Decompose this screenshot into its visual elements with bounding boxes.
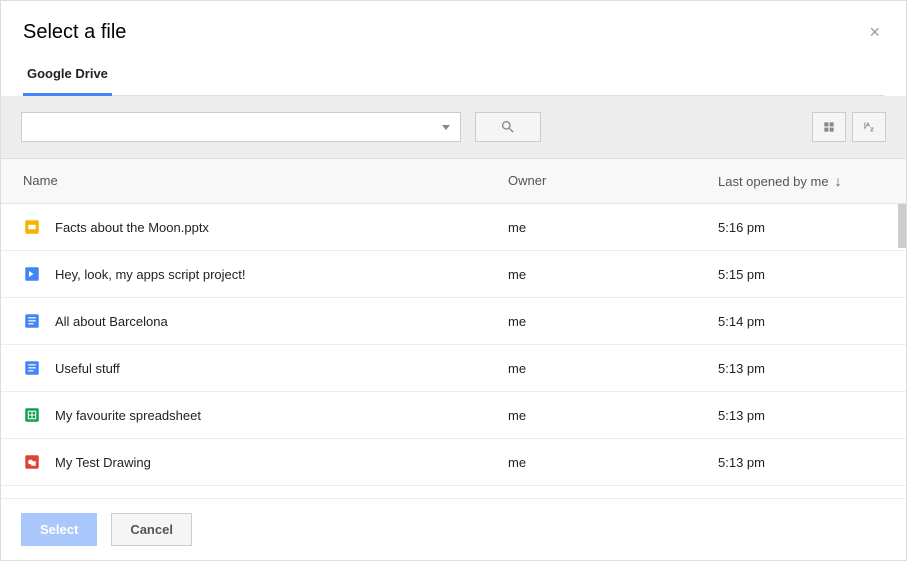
file-name: Hey, look, my apps script project! [55, 267, 246, 282]
sheets-file-icon [23, 406, 41, 424]
search-wrap [21, 112, 541, 142]
script-file-icon [23, 265, 41, 283]
file-owner: me [508, 314, 718, 329]
file-owner: me [508, 408, 718, 423]
search-input[interactable] [22, 113, 442, 141]
file-owner: me [508, 361, 718, 376]
sort-az-icon [862, 120, 876, 134]
sort-button[interactable] [852, 112, 886, 142]
toolbar-right [812, 112, 886, 142]
header: Select a file × Google Drive [1, 1, 906, 96]
grid-view-button[interactable] [812, 112, 846, 142]
slides-file-icon [23, 218, 41, 236]
file-rows: Facts about the Moon.pptx me 5:16 pm Hey… [1, 204, 906, 498]
column-header-date-label: Last opened by me [718, 174, 829, 189]
cancel-button[interactable]: Cancel [111, 513, 192, 546]
dropdown-arrow-icon[interactable] [442, 125, 450, 130]
footer: Select Cancel [1, 498, 906, 560]
file-owner: me [508, 455, 718, 470]
grid-icon [822, 120, 836, 134]
file-date: 5:13 pm [718, 455, 884, 470]
column-header-date[interactable]: Last opened by me ↓ [718, 173, 884, 189]
file-row[interactable]: Facts about the Moon.pptx me 5:16 pm [1, 204, 906, 251]
column-header-name[interactable]: Name [23, 173, 508, 189]
file-name: My Test Drawing [55, 455, 151, 470]
column-header-owner[interactable]: Owner [508, 173, 718, 189]
search-box[interactable] [21, 112, 461, 142]
file-name: Useful stuff [55, 361, 120, 376]
file-owner: me [508, 267, 718, 282]
tabs: Google Drive [23, 66, 884, 96]
file-row[interactable]: My Test Drawing me 5:13 pm [1, 439, 906, 486]
table-header: Name Owner Last opened by me ↓ [1, 159, 906, 204]
tab-google-drive[interactable]: Google Drive [23, 66, 112, 96]
file-row[interactable]: Useful stuff me 5:13 pm [1, 345, 906, 392]
scrollbar-thumb[interactable] [898, 204, 906, 248]
file-date: 5:14 pm [718, 314, 884, 329]
file-row[interactable]: Hey, look, my apps script project! me 5:… [1, 251, 906, 298]
docs-file-icon [23, 312, 41, 330]
search-icon [500, 119, 516, 135]
file-row[interactable]: My favourite spreadsheet me 5:13 pm [1, 392, 906, 439]
file-date: 5:16 pm [718, 220, 884, 235]
file-owner: me [508, 220, 718, 235]
close-icon: × [869, 22, 880, 42]
title-row: Select a file × [23, 21, 884, 44]
drawing-file-icon [23, 453, 41, 471]
file-date: 5:13 pm [718, 361, 884, 376]
file-date: 5:15 pm [718, 267, 884, 282]
file-name: My favourite spreadsheet [55, 408, 201, 423]
file-row[interactable]: All about Barcelona me 5:14 pm [1, 298, 906, 345]
file-date: 5:13 pm [718, 408, 884, 423]
dialog-title: Select a file [23, 21, 126, 44]
close-button[interactable]: × [865, 21, 884, 43]
file-name: Facts about the Moon.pptx [55, 220, 209, 235]
toolbar [1, 96, 906, 159]
select-button[interactable]: Select [21, 513, 97, 546]
search-button[interactable] [475, 112, 541, 142]
file-picker-dialog: Select a file × Google Drive [0, 0, 907, 561]
docs-file-icon [23, 359, 41, 377]
sort-descending-icon: ↓ [835, 173, 842, 189]
file-name: All about Barcelona [55, 314, 168, 329]
